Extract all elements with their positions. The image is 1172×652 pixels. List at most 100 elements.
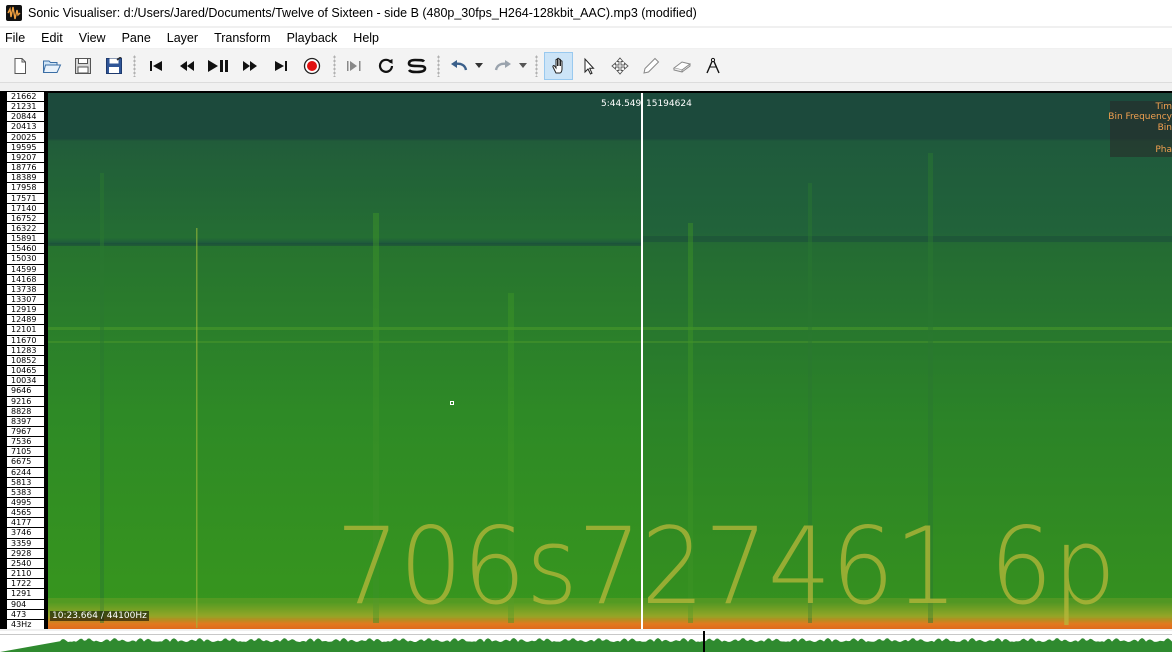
- menu-edit[interactable]: Edit: [36, 31, 71, 45]
- frequency-tick-label: 19207: [7, 151, 45, 162]
- play-pause-icon: [208, 60, 228, 72]
- move-tool-icon: [611, 57, 629, 75]
- overview-waveform-image: [0, 638, 1172, 652]
- rewind-icon: [180, 61, 194, 71]
- draw-tool-icon: [643, 57, 660, 74]
- menu-bar: File Edit View Pane Layer Transform Play…: [0, 28, 1172, 48]
- frequency-tick-label: 2928: [7, 547, 45, 558]
- frequency-tick-label: 1722: [7, 578, 45, 588]
- undo-dropdown-button[interactable]: [472, 54, 486, 78]
- frequency-tick-label: 17571: [7, 192, 45, 203]
- frequency-tick-label: 15891: [7, 233, 45, 243]
- overview-waveform[interactable]: [0, 631, 1172, 652]
- erase-tool-icon: [672, 61, 692, 73]
- info-phase-label: Pha: [1155, 145, 1172, 155]
- frequency-tick-label: 8828: [7, 405, 45, 416]
- toolbar-grip: [535, 55, 538, 77]
- fast-forward-button[interactable]: [238, 54, 262, 78]
- info-bin-frequency-label: Bin Frequency: [1108, 112, 1172, 122]
- frequency-tick-label: 10465: [7, 365, 45, 375]
- spectrogram-view[interactable]: 706s727461 6p: [48, 93, 1172, 629]
- frequency-tick-label: 43Hz: [7, 618, 45, 629]
- solo-icon: [407, 58, 427, 74]
- fast-forward-end-icon: [275, 61, 287, 71]
- measure-tool-icon: [706, 57, 720, 74]
- frequency-tick-label: 7105: [7, 446, 45, 456]
- save-as-icon: [106, 57, 122, 74]
- rewind-start-icon: [150, 61, 162, 71]
- menu-file[interactable]: File: [0, 31, 33, 45]
- frequency-tick-label: 8397: [7, 415, 45, 426]
- frequency-tick-label: 10852: [7, 354, 45, 365]
- menu-transform[interactable]: Transform: [209, 31, 279, 45]
- fast-forward-end-button[interactable]: [269, 54, 293, 78]
- frequency-tick-label: 6675: [7, 456, 45, 466]
- menu-help[interactable]: Help: [348, 31, 387, 45]
- select-tool-button[interactable]: [577, 54, 601, 78]
- save-as-button[interactable]: [102, 54, 126, 78]
- menu-playback[interactable]: Playback: [282, 31, 346, 45]
- app-logo-icon: [6, 5, 22, 21]
- save-button[interactable]: [71, 54, 95, 78]
- mouse-cursor: [450, 401, 454, 405]
- open-file-button[interactable]: [40, 54, 64, 78]
- erase-tool-button[interactable]: [670, 54, 694, 78]
- frequency-tick-label: 11283: [7, 344, 45, 355]
- menu-pane[interactable]: Pane: [117, 31, 159, 45]
- rewind-start-button[interactable]: [144, 54, 168, 78]
- duration-samplerate-label: 10:23.664 / 44100Hz: [50, 611, 149, 621]
- redo-icon: [494, 60, 511, 71]
- frequency-tick-label: 20025: [7, 131, 45, 142]
- undo-button[interactable]: [447, 54, 471, 78]
- redo-dropdown-button[interactable]: [516, 54, 530, 78]
- navigate-tool-button[interactable]: [544, 52, 573, 80]
- playhead-frame-label: 15194624: [646, 99, 692, 109]
- constrain-playback-button[interactable]: [342, 54, 366, 78]
- frequency-tick-label: 5813: [7, 476, 45, 487]
- rewind-button[interactable]: [175, 54, 199, 78]
- play-pause-button[interactable]: [206, 54, 230, 78]
- playhead[interactable]: [641, 93, 643, 629]
- frequency-tick-label: 4565: [7, 507, 45, 517]
- loop-icon: [378, 58, 394, 73]
- frequency-tick-label: 19595: [7, 141, 45, 152]
- frequency-tick-label: 3746: [7, 527, 45, 537]
- undo-dropdown-icon: [475, 63, 483, 68]
- move-tool-button[interactable]: [608, 54, 632, 78]
- undo-icon: [451, 60, 468, 71]
- frequency-tick-label: 21662: [7, 91, 45, 101]
- measure-tool-button[interactable]: [701, 54, 725, 78]
- constrain-playback-icon: [347, 61, 361, 71]
- frequency-tick-label: 18389: [7, 172, 45, 182]
- frequency-tick-label: 16322: [7, 222, 45, 233]
- loop-button[interactable]: [374, 54, 398, 78]
- frequency-tick-label: 11670: [7, 334, 45, 345]
- redo-button[interactable]: [491, 54, 515, 78]
- solo-button[interactable]: [405, 54, 429, 78]
- new-session-button[interactable]: [8, 54, 32, 78]
- menu-layer[interactable]: Layer: [162, 31, 206, 45]
- frequency-tick-label: 13307: [7, 294, 45, 304]
- spectrogram-pane[interactable]: 21662 21231 20844 20413 20025 19595 19207 18776…: [0, 91, 1172, 629]
- fast-forward-icon: [243, 61, 257, 71]
- frequency-tick-label: 3359: [7, 537, 45, 548]
- frequency-tick-label: 20413: [7, 121, 45, 131]
- frequency-tick-label: 2540: [7, 557, 45, 568]
- frequency-tick-label: 12489: [7, 314, 45, 324]
- frequency-tick-label: 7967: [7, 425, 45, 436]
- frequency-tick-label: 4177: [7, 517, 45, 527]
- toolbar-grip: [133, 55, 136, 77]
- menu-view[interactable]: View: [74, 31, 114, 45]
- frequency-tick-label: 904: [7, 598, 45, 609]
- overview-playhead[interactable]: [703, 631, 705, 652]
- record-button[interactable]: [300, 54, 324, 78]
- draw-tool-button[interactable]: [639, 54, 663, 78]
- frequency-tick-label: 9646: [7, 385, 45, 395]
- frequency-tick-label: 13738: [7, 283, 45, 294]
- toolbar-grip: [437, 55, 440, 77]
- navigate-tool-icon: [551, 57, 562, 74]
- frequency-tick-label: 14599: [7, 263, 45, 274]
- info-time-label: Tim: [1155, 102, 1172, 112]
- frequency-tick-label: 21231: [7, 101, 45, 111]
- frequency-tick-label: 14168: [7, 273, 45, 284]
